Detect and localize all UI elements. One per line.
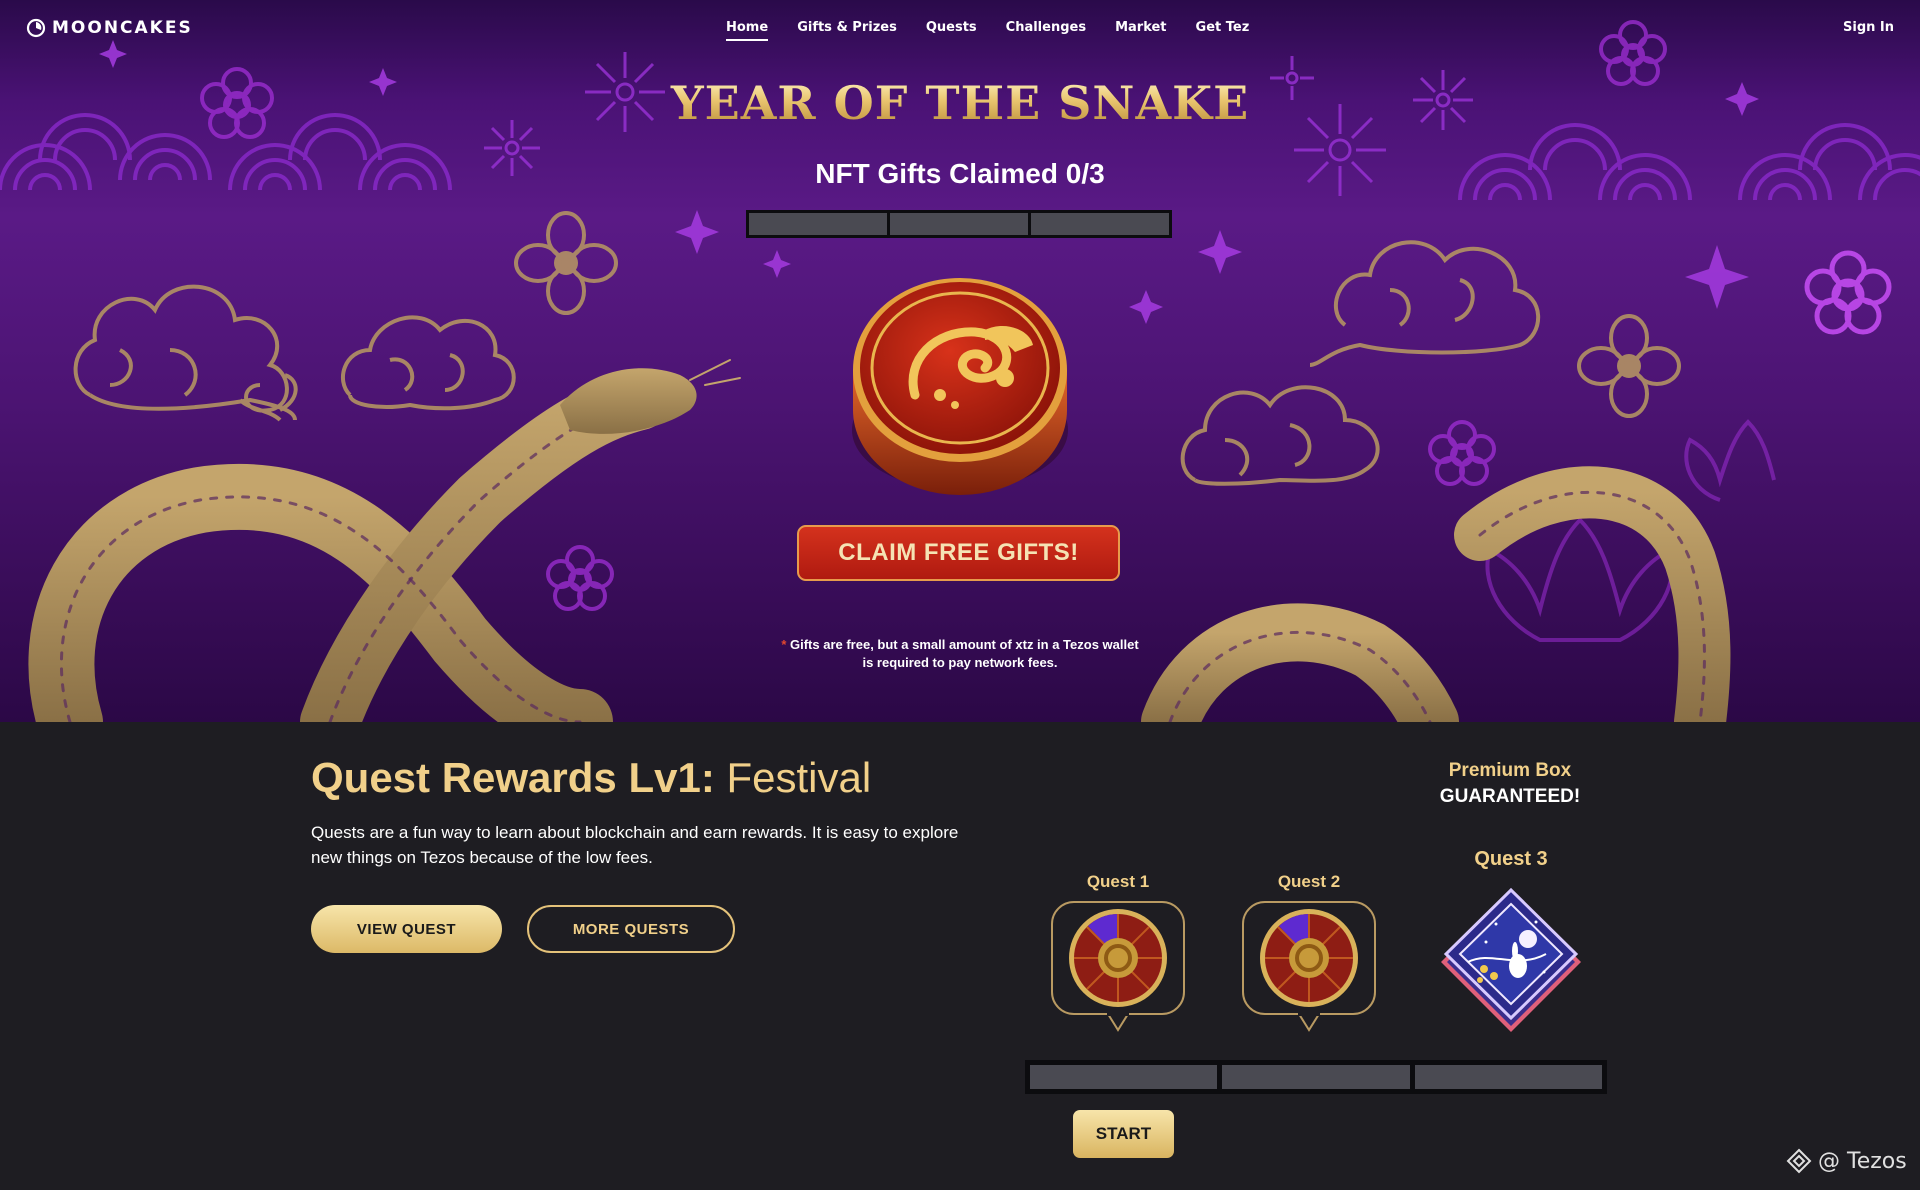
progress-segment	[749, 213, 887, 235]
progress-segment	[1031, 213, 1169, 235]
footnote-asterisk: *	[781, 637, 787, 652]
gifts-claimed-progress-bar	[746, 210, 1172, 238]
more-quests-button[interactable]: MORE QUESTS	[527, 905, 735, 953]
view-quest-button[interactable]: VIEW QUEST	[311, 905, 502, 953]
quest-rewards-description: Quests are a fun way to learn about bloc…	[311, 823, 959, 867]
quest-2-label: Quest 2	[1277, 872, 1341, 891]
nav-link-challenges[interactable]: Challenges	[1006, 20, 1086, 41]
nft-gifts-claimed-counter: NFT Gifts Claimed 0/3	[815, 158, 1105, 189]
quest-progress-segment	[1222, 1065, 1410, 1089]
nav-link-market[interactable]: Market	[1115, 20, 1166, 41]
prize-wheel-icon	[1069, 909, 1167, 1007]
nav-link-quests[interactable]: Quests	[926, 20, 977, 41]
footnote-line-1: * Gifts are free, but a small amount of …	[0, 636, 1920, 654]
quest-progress-segment	[1414, 1065, 1602, 1089]
nav-link-gifts-prizes[interactable]: Gifts & Prizes	[797, 20, 897, 41]
mooncake-logo-icon	[26, 18, 46, 38]
premium-box-label: Premium Box	[1448, 760, 1572, 781]
start-quest-button[interactable]: START	[1073, 1110, 1174, 1158]
tezos-diamond-icon	[1786, 1148, 1812, 1174]
quest-rewards-title-level: Quest Rewards Lv1:	[311, 754, 715, 801]
quest-rewards-title-theme: Festival	[726, 754, 872, 801]
progress-segment	[890, 213, 1028, 235]
premium-box-callout: Premium Box GUARANTEED!	[1410, 758, 1610, 810]
brand-name: MOONCAKES	[52, 18, 193, 38]
quest-progress-segment	[1030, 1065, 1218, 1089]
nav-link-home[interactable]: Home	[726, 20, 769, 41]
quest-2-card[interactable]	[1241, 900, 1377, 1032]
quest-1-card[interactable]	[1050, 900, 1186, 1032]
footnote-text-1: Gifts are free, but a small amount of xt…	[790, 637, 1139, 652]
footnote-text-2: is required to pay network fees.	[862, 655, 1058, 670]
tezos-watermark: @ Tezos	[1786, 1148, 1907, 1174]
hero-banner: MOONCAKES Home Gifts & Prizes Quests Cha…	[0, 0, 1920, 722]
top-navigation: MOONCAKES Home Gifts & Prizes Quests Cha…	[0, 0, 1920, 58]
prize-wheel-icon	[1260, 909, 1358, 1007]
quest-3-label: Quest 3	[1474, 848, 1548, 870]
quest-rewards-title: Quest Rewards Lv1: Festival	[311, 754, 871, 802]
nav-link-get-tez[interactable]: Get Tez	[1196, 20, 1250, 41]
snake-coin-icon	[852, 278, 1068, 495]
claim-free-gifts-button[interactable]: CLAIM FREE GIFTS!	[797, 525, 1120, 581]
watermark-text: @ Tezos	[1818, 1148, 1907, 1174]
quest-progress-bar	[1025, 1060, 1607, 1094]
quest-rewards-section: Quest Rewards Lv1: Festival Quests are a…	[0, 722, 1920, 1190]
premium-guaranteed-label: GUARANTEED!	[1439, 786, 1581, 807]
brand-logo[interactable]: MOONCAKES	[26, 18, 193, 38]
gifts-footnote: * Gifts are free, but a small amount of …	[0, 636, 1920, 672]
nav-links: Home Gifts & Prizes Quests Challenges Ma…	[726, 20, 1278, 41]
premium-box-icon[interactable]	[1436, 884, 1586, 1034]
hero-title: YEAR OF THE SNAKE	[0, 76, 1920, 130]
quest-1-label: Quest 1	[1086, 872, 1150, 891]
sign-in-link[interactable]: Sign In	[1843, 20, 1894, 35]
